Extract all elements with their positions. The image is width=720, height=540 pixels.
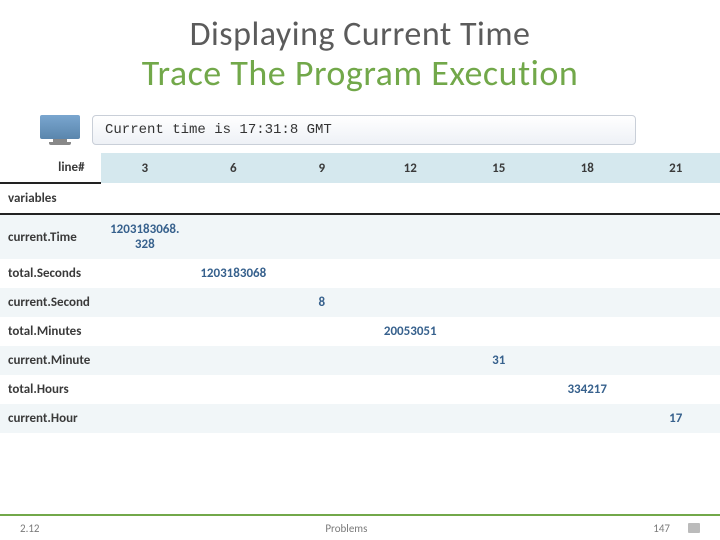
slide: Displaying Current Time Trace The Progra… bbox=[0, 0, 720, 540]
table-row: current.Time1203183068. 328 bbox=[0, 214, 720, 259]
col-21: 21 bbox=[631, 153, 720, 183]
footer-center: Problems bbox=[325, 522, 367, 535]
col-9: 9 bbox=[278, 153, 366, 183]
variables-label: variables bbox=[0, 183, 101, 214]
table-row: total.Minutes 20053051 bbox=[0, 317, 720, 346]
table-row: current.Second 8 bbox=[0, 288, 720, 317]
col-6: 6 bbox=[189, 153, 277, 183]
output-row: Current time is 17:31:8 GMT bbox=[40, 115, 720, 145]
row-value: 8 bbox=[278, 288, 366, 317]
variables-row: variables bbox=[0, 183, 720, 214]
footer: 2.12 Problems 147 bbox=[0, 514, 720, 540]
title-line2: Trace The Program Execution bbox=[0, 51, 720, 95]
title-block: Displaying Current Time Trace The Progra… bbox=[0, 0, 720, 95]
row-label: total.Hours bbox=[0, 375, 101, 404]
row-value: 31 bbox=[454, 346, 542, 375]
trace-table: line# 3 6 9 12 15 18 21 variablescurrent… bbox=[0, 153, 720, 433]
output-text: Current time is 17:31:8 GMT bbox=[105, 122, 332, 138]
col-3: 3 bbox=[101, 153, 189, 183]
row-label: total.Seconds bbox=[0, 259, 101, 288]
row-label: current.Hour bbox=[0, 404, 101, 433]
row-label: total.Minutes bbox=[0, 317, 101, 346]
line-header: line# bbox=[0, 153, 101, 183]
row-label: current.Second bbox=[0, 288, 101, 317]
header-row: line# 3 6 9 12 15 18 21 bbox=[0, 153, 720, 183]
footer-page: 147 bbox=[653, 522, 670, 535]
row-value: 1203183068 bbox=[189, 259, 277, 288]
table-row: current.Hour 17 bbox=[0, 404, 720, 433]
row-value: 20053051 bbox=[366, 317, 454, 346]
table-row: total.Hours 334217 bbox=[0, 375, 720, 404]
footer-icon bbox=[688, 523, 700, 533]
row-value: 17 bbox=[631, 404, 720, 433]
row-label: current.Time bbox=[0, 214, 101, 259]
row-value: 334217 bbox=[543, 375, 631, 404]
output-box: Current time is 17:31:8 GMT bbox=[92, 115, 636, 145]
row-value: 1203183068. 328 bbox=[101, 214, 189, 259]
col-15: 15 bbox=[454, 153, 542, 183]
title-line1: Displaying Current Time bbox=[0, 14, 720, 55]
table-row: total.Seconds 1203183068 bbox=[0, 259, 720, 288]
col-12: 12 bbox=[366, 153, 454, 183]
table-row: current.Minute 31 bbox=[0, 346, 720, 375]
footer-left: 2.12 bbox=[20, 522, 40, 535]
col-18: 18 bbox=[543, 153, 631, 183]
monitor-icon bbox=[40, 115, 80, 145]
row-label: current.Minute bbox=[0, 346, 101, 375]
